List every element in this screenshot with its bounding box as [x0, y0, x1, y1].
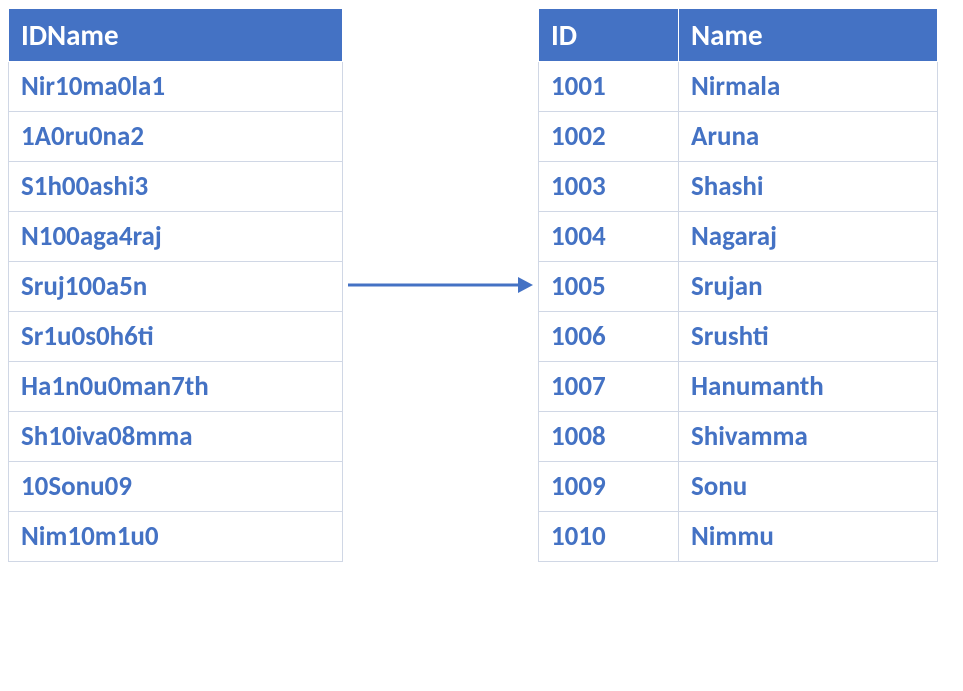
table-row: 1008 Shivamma: [539, 412, 938, 462]
cell-id: 1003: [539, 162, 679, 212]
cell-id: 1010: [539, 512, 679, 562]
right-table-header-id: ID: [539, 9, 679, 62]
arrow-wrap: [343, 265, 538, 305]
table-row: 1006 Srushti: [539, 312, 938, 362]
cell-name: Nagaraj: [679, 212, 938, 262]
cell-id: 1008: [539, 412, 679, 462]
table-row: 1003 Shashi: [539, 162, 938, 212]
table-row: N100aga4raj: [9, 212, 343, 262]
cell-idname: Sr1u0s0h6ti: [9, 312, 343, 362]
table-row: 1009 Sonu: [539, 462, 938, 512]
cell-id: 1002: [539, 112, 679, 162]
cell-name: Shivamma: [679, 412, 938, 462]
table-row: 1001 Nirmala: [539, 62, 938, 112]
table-row: S1h00ashi3: [9, 162, 343, 212]
cell-id: 1009: [539, 462, 679, 512]
cell-idname: 1A0ru0na2: [9, 112, 343, 162]
cell-idname: Sruj100a5n: [9, 262, 343, 312]
right-table: ID Name 1001 Nirmala 1002 Aruna 1003 Sha…: [538, 8, 938, 562]
cell-id: 1004: [539, 212, 679, 262]
cell-idname: N100aga4raj: [9, 212, 343, 262]
cell-name: Sonu: [679, 462, 938, 512]
table-row: Nim10m1u0: [9, 512, 343, 562]
table-row: 1010 Nimmu: [539, 512, 938, 562]
table-row: 1002 Aruna: [539, 112, 938, 162]
cell-name: Srushti: [679, 312, 938, 362]
diagram-container: IDName Nir10ma0la1 1A0ru0na2 S1h00ashi3 …: [0, 0, 963, 570]
table-row: 10Sonu09: [9, 462, 343, 512]
table-row: Sh10iva08mma: [9, 412, 343, 462]
table-row: 1005 Srujan: [539, 262, 938, 312]
right-table-header-name: Name: [679, 9, 938, 62]
cell-id: 1006: [539, 312, 679, 362]
cell-idname: Ha1n0u0man7th: [9, 362, 343, 412]
cell-idname: Sh10iva08mma: [9, 412, 343, 462]
cell-name: Aruna: [679, 112, 938, 162]
table-row: Sruj100a5n: [9, 262, 343, 312]
cell-name: Nimmu: [679, 512, 938, 562]
table-row: Ha1n0u0man7th: [9, 362, 343, 412]
cell-name: Hanumanth: [679, 362, 938, 412]
left-table-header: IDName: [9, 9, 343, 62]
cell-name: Shashi: [679, 162, 938, 212]
table-row: 1004 Nagaraj: [539, 212, 938, 262]
cell-id: 1007: [539, 362, 679, 412]
cell-name: Nirmala: [679, 62, 938, 112]
cell-id: 1001: [539, 62, 679, 112]
cell-name: Srujan: [679, 262, 938, 312]
cell-id: 1005: [539, 262, 679, 312]
cell-idname: Nim10m1u0: [9, 512, 343, 562]
cell-idname: S1h00ashi3: [9, 162, 343, 212]
table-row: 1007 Hanumanth: [539, 362, 938, 412]
table-row: 1A0ru0na2: [9, 112, 343, 162]
table-row: Nir10ma0la1: [9, 62, 343, 112]
cell-idname: 10Sonu09: [9, 462, 343, 512]
cell-idname: Nir10ma0la1: [9, 62, 343, 112]
table-row: Sr1u0s0h6ti: [9, 312, 343, 362]
left-table: IDName Nir10ma0la1 1A0ru0na2 S1h00ashi3 …: [8, 8, 343, 562]
arrow-icon: [343, 265, 538, 305]
